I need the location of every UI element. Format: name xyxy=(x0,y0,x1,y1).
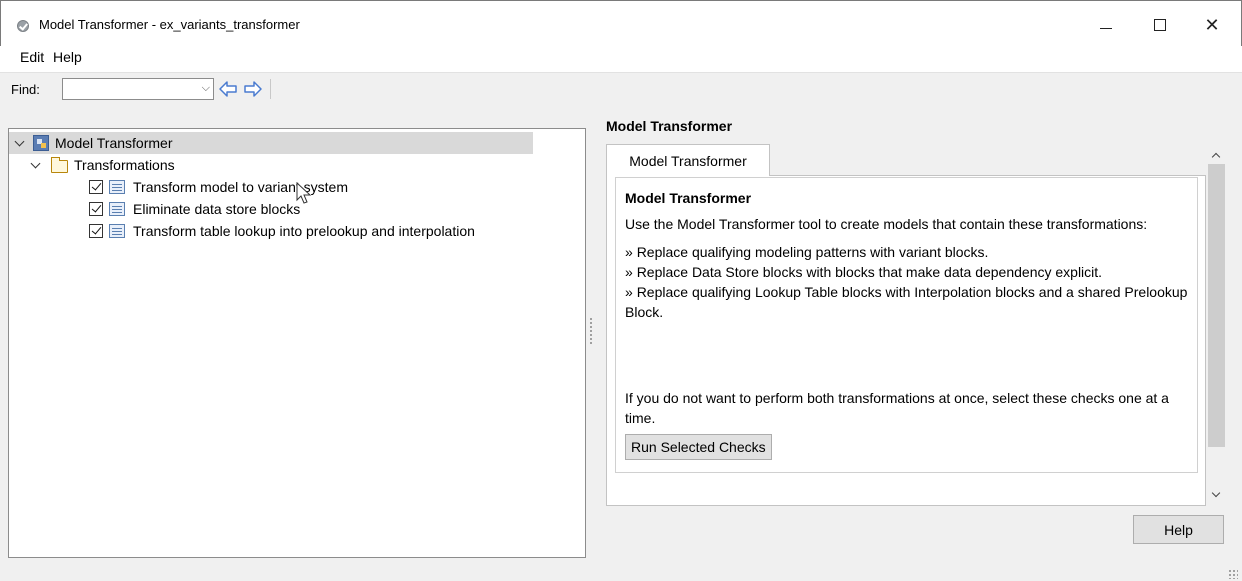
check-label: Eliminate data store blocks xyxy=(133,201,301,217)
checkbox[interactable] xyxy=(89,202,103,216)
forward-arrow-icon[interactable] xyxy=(243,80,263,98)
check-document-icon xyxy=(109,180,125,194)
window-title: Model Transformer - ex_variants_transfor… xyxy=(39,17,300,32)
check-document-icon xyxy=(109,224,125,238)
close-button[interactable]: ✕ xyxy=(1189,9,1235,41)
run-selected-checks-button[interactable]: Run Selected Checks xyxy=(625,434,772,460)
maximize-icon xyxy=(1154,19,1166,31)
transformation-list: Replace qualifying modeling patterns wit… xyxy=(625,242,1188,322)
panel-title: Model Transformer xyxy=(606,118,733,134)
scroll-down-arrow[interactable] xyxy=(1207,486,1226,504)
tree-node-label: Transformations xyxy=(74,157,175,173)
checkbox[interactable] xyxy=(89,180,103,194)
tree-check-item[interactable]: Transform table lookup into prelookup an… xyxy=(89,220,475,242)
minimize-icon xyxy=(1100,27,1112,29)
model-advisor-icon xyxy=(33,135,49,151)
minimize-button[interactable] xyxy=(1083,9,1129,41)
menu-edit[interactable]: Edit xyxy=(20,49,44,65)
find-combobox[interactable]: ⌵ xyxy=(62,78,214,100)
intro-text: Use the Model Transformer tool to create… xyxy=(625,216,1148,232)
tree-node-label: Model Transformer xyxy=(55,135,173,151)
main-area: Model Transformer Transformations Transf… xyxy=(0,104,1242,581)
check-label: Transform model to variant system xyxy=(133,179,348,195)
content-heading: Model Transformer xyxy=(625,190,752,206)
tree-node-transformations[interactable]: Transformations xyxy=(29,154,175,176)
note-text: If you do not want to perform both trans… xyxy=(625,390,1169,426)
scroll-up-arrow[interactable] xyxy=(1207,146,1226,164)
vertical-scrollbar[interactable] xyxy=(1207,144,1226,506)
expand-chevron-icon[interactable] xyxy=(13,136,27,150)
toolbar-separator xyxy=(270,79,271,99)
title-bar: Model Transformer - ex_variants_transfor… xyxy=(0,0,1242,46)
check-label: Transform table lookup into prelookup an… xyxy=(133,223,475,239)
menu-bar: Edit Help xyxy=(0,46,1242,72)
pane-splitter-handle[interactable] xyxy=(590,318,592,344)
help-button[interactable]: Help xyxy=(1133,515,1224,544)
tab-content-panel: Model Transformer Use the Model Transfor… xyxy=(606,175,1206,506)
tree-check-item[interactable]: Eliminate data store blocks xyxy=(89,198,300,220)
check-document-icon xyxy=(109,202,125,216)
toolbar: Find: ⌵ xyxy=(0,72,1242,104)
check-tree-pane[interactable]: Model Transformer Transformations Transf… xyxy=(8,128,586,558)
menu-help[interactable]: Help xyxy=(53,49,82,65)
app-status-icon xyxy=(17,20,29,32)
expand-chevron-icon[interactable] xyxy=(29,158,43,172)
list-item: Replace qualifying Lookup Table blocks w… xyxy=(625,282,1188,322)
find-input[interactable] xyxy=(65,80,191,98)
folder-icon xyxy=(51,156,68,173)
list-item: Replace qualifying modeling patterns wit… xyxy=(625,242,1188,262)
checkbox[interactable] xyxy=(89,224,103,238)
resize-grip[interactable] xyxy=(1228,569,1238,579)
scrollbar-thumb[interactable] xyxy=(1208,164,1225,447)
list-item: Replace Data Store blocks with blocks th… xyxy=(625,262,1188,282)
mouse-cursor-icon xyxy=(296,182,312,204)
tree-node-model-transformer[interactable]: Model Transformer xyxy=(9,132,533,154)
maximize-button[interactable] xyxy=(1137,9,1183,41)
back-arrow-icon[interactable] xyxy=(218,80,238,98)
close-icon: ✕ xyxy=(1204,14,1220,35)
chevron-down-icon[interactable]: ⌵ xyxy=(202,82,210,95)
description-box: Model Transformer Use the Model Transfor… xyxy=(615,177,1198,473)
find-label: Find: xyxy=(11,82,40,97)
tab-model-transformer[interactable]: Model Transformer xyxy=(606,144,770,176)
